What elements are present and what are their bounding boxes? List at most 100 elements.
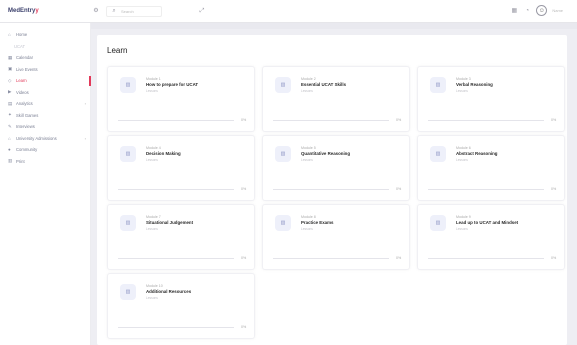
module-card[interactable]: ▥ Module 2 Essential UCAT Skills Lessons 0% — [262, 66, 410, 132]
module-card[interactable]: ▥ Module 1 How to prepare for UCAT Lessons 0… — [107, 66, 255, 132]
module-card[interactable]: ▥ Module 7 Situational Judgement Lessons 0% — [107, 204, 255, 270]
sidebar-item-live-events[interactable]: ▣ Live Events — [0, 64, 90, 76]
module-number: Module 2 — [301, 77, 316, 81]
sidebar-item-label: UCAT — [14, 43, 26, 49]
progress-percent: 0% — [551, 256, 557, 260]
module-meta: Lessons — [146, 158, 158, 162]
settings-icon[interactable]: ⚙ — [92, 7, 100, 15]
top-right-tools: ▦ ◔ ☺ Name — [510, 5, 563, 16]
book-icon: ▥ — [120, 215, 136, 231]
module-meta: Lessons — [301, 227, 313, 231]
sidebar-item-icon: ◇ — [8, 77, 12, 83]
sidebar-item-label: Calendar — [16, 55, 33, 61]
module-title: Quantitative Reasoning — [301, 151, 351, 156]
avatar[interactable]: ☺ — [536, 5, 548, 16]
expand-icon[interactable]: ⤢ — [198, 7, 206, 15]
grid-icon[interactable]: ▦ — [510, 7, 518, 15]
sidebar-item-icon: ▣ — [8, 66, 13, 72]
search-placeholder: Search — [121, 8, 134, 14]
progress-bar — [118, 120, 234, 121]
module-number: Module 6 — [456, 146, 471, 150]
sidebar-item-calendar[interactable]: ▦ Calendar — [0, 52, 90, 64]
module-title: Lead up to UCAT and Mindset — [456, 220, 519, 225]
sidebar-item-label: Learn — [16, 78, 27, 84]
module-title: Decision Making — [146, 151, 181, 156]
sidebar-item-learn[interactable]: ◇ Learn — [0, 75, 91, 87]
sidebar-item-label: Print — [16, 158, 25, 164]
page-title: Learn — [107, 46, 128, 55]
main-area: Learn ▥ Module 1 How to prepare for UCAT Le… — [91, 23, 577, 345]
sidebar-item-label: Videos — [16, 89, 29, 95]
module-card[interactable]: ▥ Module 9 Lead up to UCAT and Mindset Less… — [417, 204, 565, 270]
sidebar-item-label: Skill Games — [16, 112, 39, 118]
module-meta: Lessons — [301, 89, 313, 93]
progress-percent: 0% — [241, 256, 247, 260]
progress-bar — [118, 327, 234, 328]
progress-percent: 0% — [396, 187, 402, 191]
progress-bar — [273, 189, 389, 190]
sidebar-item-community[interactable]: ● Community — [0, 144, 90, 156]
module-meta: Lessons — [146, 89, 158, 93]
module-card[interactable]: ▥ Module 6 Abstract Reasoning Lessons 0% — [417, 135, 565, 201]
module-card[interactable]: ▥ Module 5 Quantitative Reasoning Lessons 0% — [262, 135, 410, 201]
module-card[interactable]: ▥ Module 3 Verbal Reasoning Lessons 0% — [417, 66, 565, 132]
sidebar-item-icon: ▤ — [8, 100, 13, 106]
module-title: Practice Exams — [301, 220, 334, 225]
sidebar-item-skill-games[interactable]: ✦ Skill Games — [0, 110, 90, 122]
chevron-right-icon: › — [84, 135, 86, 141]
module-title: Abstract Reasoning — [456, 151, 498, 156]
app-root: MedEntryy ⚙ ⌕ Search ⤢ ▦ ◔ ☺ Name ⌂ Home U… — [0, 0, 577, 345]
sidebar-item-university-admissions[interactable]: ⌂ University Admissions › — [0, 133, 90, 145]
sidebar-item-icon: ✦ — [8, 112, 12, 118]
sidebar-item-print[interactable]: ▥ Print — [0, 156, 90, 168]
module-meta: Lessons — [456, 89, 468, 93]
notification-icon[interactable]: ◔ — [523, 7, 531, 15]
sidebar-item-interviews[interactable]: ✎ Interviews — [0, 121, 90, 133]
top-bar: MedEntryy ⚙ ⌕ Search ⤢ ▦ ◔ ☺ Name — [0, 0, 577, 23]
book-icon: ▥ — [430, 215, 446, 231]
sidebar-item-icon: ⌂ — [8, 32, 11, 38]
sidebar-item-icon: ▥ — [8, 158, 13, 164]
module-title: Essential UCAT Skills — [301, 82, 347, 87]
sidebar: ⌂ Home UCAT ▦ Calendar ▣ Live Events ◇ Learn ▶ Vid… — [0, 23, 91, 345]
search-input[interactable]: ⌕ Search — [106, 5, 162, 17]
module-number: Module 8 — [301, 215, 316, 219]
progress-bar — [428, 120, 544, 121]
module-number: Module 9 — [456, 215, 471, 219]
module-number: Module 5 — [301, 146, 316, 150]
learn-panel: Learn ▥ Module 1 How to prepare for UCAT Le… — [97, 35, 567, 345]
module-title: Verbal Reasoning — [456, 82, 493, 87]
sidebar-item-label: Analytics — [16, 101, 33, 107]
progress-percent: 0% — [241, 187, 247, 191]
module-title: Additional Resources — [146, 289, 192, 294]
module-number: Module 3 — [456, 77, 471, 81]
app-logo[interactable]: MedEntryy — [0, 8, 88, 14]
module-meta: Lessons — [456, 158, 468, 162]
chevron-right-icon: › — [84, 101, 86, 107]
sidebar-item-analytics[interactable]: ▤ Analytics › — [0, 98, 90, 110]
progress-bar — [118, 258, 234, 259]
sidebar-item-icon: ▦ — [8, 54, 13, 60]
search-icon: ⌕ — [112, 8, 116, 14]
sidebar-item-home[interactable]: ⌂ Home — [0, 29, 90, 41]
sidebar-item-videos[interactable]: ▶ Videos — [0, 87, 90, 99]
module-title: Situational Judgement — [146, 220, 194, 225]
progress-percent: 0% — [551, 118, 557, 122]
sidebar-item-label: Home — [16, 32, 28, 38]
user-name[interactable]: Name — [552, 8, 563, 13]
module-title: How to prepare for UCAT — [146, 82, 199, 87]
module-card[interactable]: ▥ Module 8 Practice Exams Lessons 0% — [262, 204, 410, 270]
sidebar-item-label: University Admissions — [16, 135, 57, 141]
book-icon: ▥ — [430, 77, 446, 93]
book-icon: ▥ — [275, 215, 291, 231]
progress-bar — [428, 189, 544, 190]
progress-percent: 0% — [241, 325, 247, 329]
module-card[interactable]: ▥ Module 4 Decision Making Lessons 0% — [107, 135, 255, 201]
progress-percent: 0% — [241, 118, 247, 122]
module-number: Module 4 — [146, 146, 161, 150]
progress-percent: 0% — [551, 187, 557, 191]
book-icon: ▥ — [275, 77, 291, 93]
sidebar-item-ucat: UCAT — [0, 41, 90, 53]
sidebar-item-label: Interviews — [16, 124, 35, 130]
module-card[interactable]: ▥ Module 10 Additional Resources Lessons 0% — [107, 273, 255, 339]
